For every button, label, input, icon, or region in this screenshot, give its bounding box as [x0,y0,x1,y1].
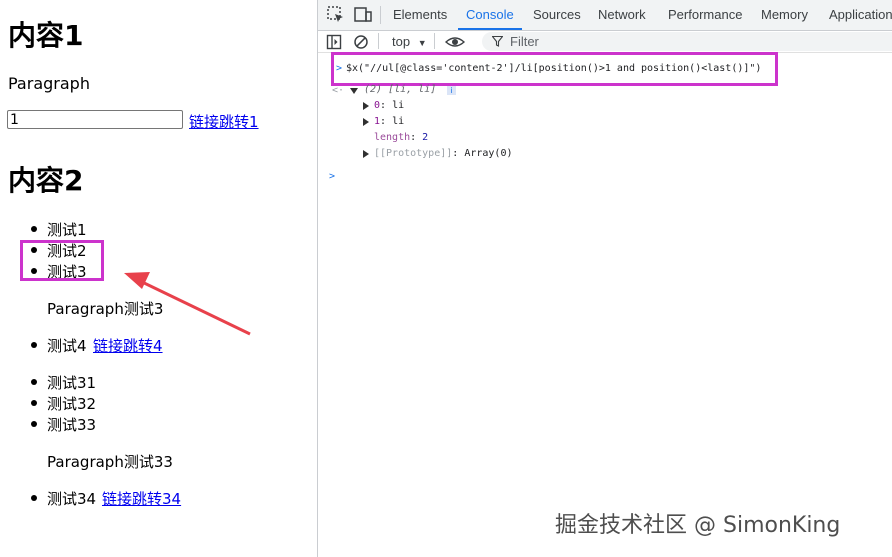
console-command[interactable]: $x("//ul[@class='content-2']/li[position… [346,63,761,74]
length-key: length [374,132,411,143]
result-summary[interactable]: (2) [li, li] [364,84,436,95]
annotation-arrow [124,272,251,336]
result-prototype[interactable]: [[Prototype]]: Array(0) [374,148,513,159]
watermark: 掘金技术社区 @ SimonKing [555,513,841,538]
chevron-down-icon: ▼ [417,38,427,48]
info-icon[interactable]: i [447,86,456,95]
expand-triangle-icon[interactable] [363,150,369,158]
tab-memory[interactable]: Memory [761,0,808,30]
context-selector[interactable]: top ▼ [392,31,427,52]
expand-triangle-icon[interactable] [363,102,369,110]
prototype-key: [[Prototype]] [374,148,453,159]
tab-network[interactable]: Network [598,0,646,30]
tab-sources[interactable]: Sources [533,0,581,30]
item-value: li [392,116,405,127]
sidebar-toggle-icon[interactable] [326,34,342,50]
item-index: 1 [374,116,381,127]
result-length: length: 2 [374,132,429,143]
devtools-tabbar: Elements Console Sources Network Perform… [318,0,892,31]
filter-icon [492,36,503,47]
expand-triangle-icon[interactable] [350,88,358,94]
tab-performance[interactable]: Performance [668,0,742,30]
item-value: li [392,100,405,111]
toolbar-separator [378,33,379,49]
filter-input[interactable]: Filter [482,32,892,51]
context-label: top [392,34,411,49]
console-toolbar: top ▼ Filter [318,31,892,53]
tab-elements[interactable]: Elements [393,0,447,30]
inspect-element-icon[interactable] [326,5,346,25]
device-toolbar-icon[interactable] [353,5,373,25]
eye-icon[interactable] [445,34,465,50]
result-return-icon: <· [332,85,345,96]
console-prompt-icon[interactable]: > [329,171,335,182]
expand-triangle-icon[interactable] [363,118,369,126]
toolbar-separator [434,33,435,49]
devtools-panel: Elements Console Sources Network Perform… [318,0,892,557]
clear-console-icon[interactable] [353,34,369,50]
filter-placeholder: Filter [510,34,539,49]
prompt-chevron-icon: > [336,63,343,74]
length-value: 2 [422,132,429,143]
item-index: 0 [374,100,381,111]
prototype-value: Array(0) [464,148,513,159]
result-item-1[interactable]: 1: li [374,116,404,127]
tab-application[interactable]: Application [829,0,892,30]
result-item-0[interactable]: 0: li [374,100,404,111]
tab-console[interactable]: Console [458,0,522,30]
toolbar-separator [380,6,381,24]
